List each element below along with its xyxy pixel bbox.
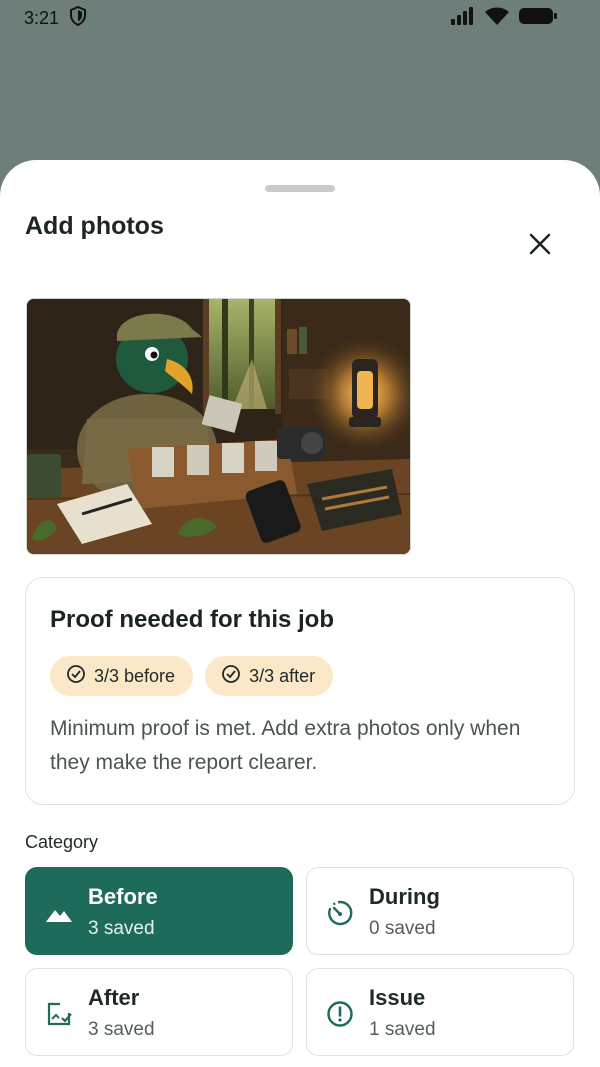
landscape-icon bbox=[44, 898, 74, 928]
sheet-title: Add photos bbox=[25, 212, 164, 240]
duck-photographer-illustration bbox=[27, 299, 410, 554]
category-during-button[interactable]: During 0 saved bbox=[306, 867, 574, 955]
proof-chip-label: 3/3 before bbox=[94, 665, 176, 686]
close-button[interactable] bbox=[520, 226, 560, 266]
signal-icon bbox=[450, 6, 476, 31]
status-left: 3:21 bbox=[24, 5, 87, 31]
category-count: 3 saved bbox=[88, 918, 155, 939]
image-check-icon bbox=[44, 999, 74, 1029]
status-bar: 3:21 bbox=[0, 0, 600, 36]
sheet-drag-handle[interactable] bbox=[265, 185, 335, 192]
category-name: Before bbox=[88, 884, 158, 909]
shield-icon bbox=[69, 5, 87, 31]
status-right bbox=[450, 6, 558, 31]
proof-chip-after: 3/3 after bbox=[205, 656, 334, 696]
proof-title: Proof needed for this job bbox=[50, 606, 335, 633]
check-circle-icon bbox=[66, 664, 86, 689]
battery-icon bbox=[518, 6, 558, 31]
category-before-button[interactable]: Before 3 saved bbox=[25, 867, 293, 955]
category-count: 0 saved bbox=[369, 918, 436, 939]
proof-chip-before: 3/3 before bbox=[50, 656, 194, 696]
bottom-sheet: Add photos Proof needed for this job 3/3… bbox=[0, 160, 600, 1067]
wifi-icon bbox=[484, 6, 510, 31]
category-count: 3 saved bbox=[88, 1019, 155, 1040]
category-name: Issue bbox=[369, 985, 426, 1010]
category-issue-button[interactable]: Issue 1 saved bbox=[306, 968, 574, 1056]
category-label: Category bbox=[25, 832, 99, 852]
check-circle-icon bbox=[221, 664, 241, 689]
category-after-button[interactable]: After 3 saved bbox=[25, 968, 293, 1056]
category-count: 1 saved bbox=[369, 1019, 436, 1040]
category-name: During bbox=[369, 884, 440, 909]
close-icon bbox=[528, 232, 552, 261]
alert-circle-icon bbox=[325, 999, 355, 1029]
proof-card: Proof needed for this job 3/3 before 3/3… bbox=[25, 577, 575, 805]
hero-illustration bbox=[26, 298, 411, 555]
proof-chips: 3/3 before 3/3 after bbox=[50, 656, 334, 696]
status-time: 3:21 bbox=[24, 7, 60, 28]
proof-description: Minimum proof is met. Add extra photos o… bbox=[50, 717, 521, 774]
timer-icon bbox=[325, 898, 355, 928]
category-name: After bbox=[88, 985, 140, 1010]
proof-chip-label: 3/3 after bbox=[249, 665, 316, 686]
